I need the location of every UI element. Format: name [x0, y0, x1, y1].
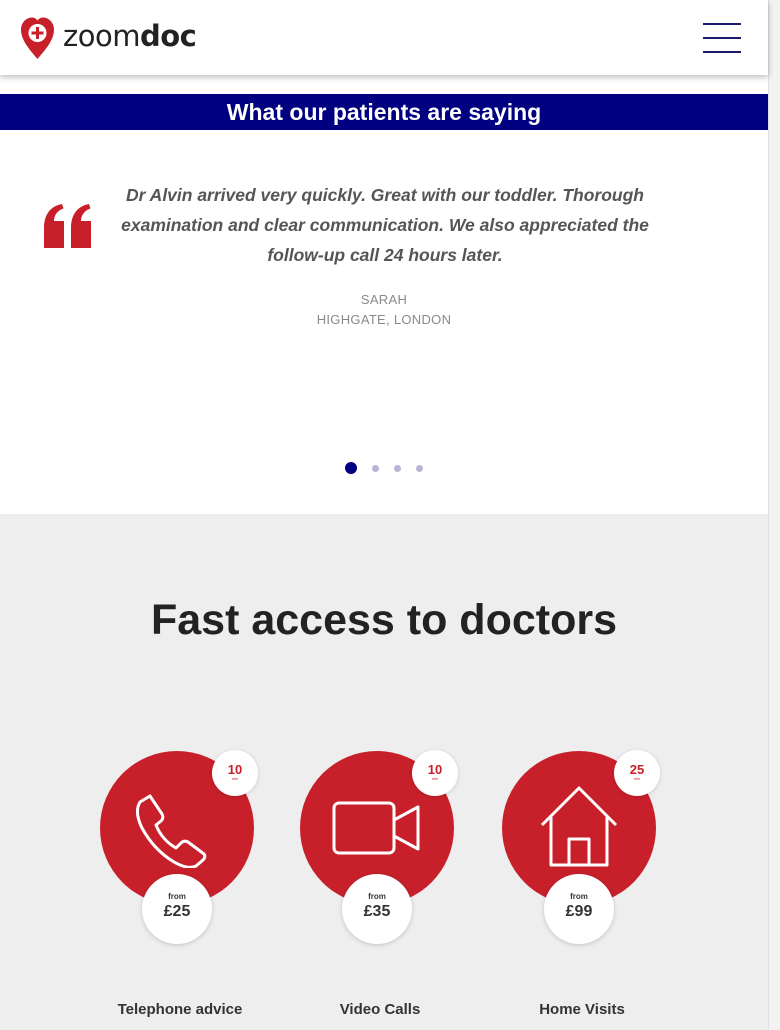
services-section: Fast access to doctors 10 min from £25 T… — [0, 514, 768, 1030]
service-time-unit: min — [633, 776, 641, 781]
service-time-value: 10 — [227, 762, 243, 777]
service-price-badge: from £99 — [544, 874, 614, 944]
testimonial-author-name: SARAH — [360, 292, 408, 307]
service-price-prefix: from — [368, 892, 386, 901]
services-title: Fast access to doctors — [150, 596, 617, 644]
video-camera-icon — [332, 801, 420, 855]
service-time-unit: min — [431, 776, 439, 781]
service-label[interactable]: Telephone advice — [90, 1001, 270, 1018]
carousel-pagination — [0, 462, 768, 474]
service-label[interactable]: Home Visits — [492, 1001, 672, 1018]
zoomdoc-logo[interactable]: zoomdoc — [20, 16, 197, 60]
quote-mark-icon — [44, 204, 91, 248]
service-price: £25 — [163, 903, 191, 920]
service-label[interactable]: Video Calls — [290, 1001, 470, 1018]
service-time-badge: 25 min — [614, 750, 660, 796]
service-price-badge: from £25 — [142, 874, 212, 944]
house-icon — [540, 786, 618, 867]
menu-line — [703, 23, 741, 25]
testimonial-carousel: Dr Alvin arrived very quickly. Great wit… — [0, 130, 768, 514]
service-price-prefix: from — [168, 892, 186, 901]
service-price: £35 — [363, 903, 391, 920]
carousel-dot-1[interactable] — [345, 462, 357, 474]
service-time-unit: min — [231, 776, 239, 781]
logo-heart-pin-icon — [21, 17, 54, 59]
page-scrollbar[interactable] — [768, 0, 780, 1030]
menu-line — [703, 51, 741, 53]
carousel-dot-3[interactable] — [394, 464, 401, 472]
service-card-telephone[interactable]: 10 min from £25 Telephone advice — [90, 750, 270, 1030]
service-time-value: 25 — [629, 762, 645, 777]
service-price: £99 — [565, 903, 593, 920]
testimonial-author-location: HIGHGATE, LONDON — [316, 312, 452, 327]
menu-line — [703, 37, 741, 39]
phone-icon — [135, 794, 207, 868]
logo-wordmark-light: zoom — [63, 19, 140, 53]
testimonials-heading: What our patients are saying — [0, 94, 768, 130]
testimonial-quote: Dr Alvin arrived very quickly. Great wit… — [121, 185, 649, 265]
service-card-video[interactable]: 10 min from £35 Video Calls — [290, 750, 470, 1030]
hamburger-menu-icon[interactable] — [703, 23, 741, 53]
service-time-badge: 10 min — [212, 750, 258, 796]
service-price-badge: from £35 — [342, 874, 412, 944]
logo-wordmark-bold: doc — [139, 19, 197, 53]
service-price-prefix: from — [570, 892, 588, 901]
site-header: zoomdoc — [0, 0, 768, 75]
service-time-badge: 10 min — [412, 750, 458, 796]
service-time-value: 10 — [427, 762, 443, 777]
service-card-home[interactable]: 25 min from £99 Home Visits — [492, 750, 672, 1030]
carousel-dot-4[interactable] — [416, 464, 423, 472]
carousel-dot-2[interactable] — [372, 464, 379, 472]
logo-wordmark: zoomdoc — [63, 19, 197, 53]
